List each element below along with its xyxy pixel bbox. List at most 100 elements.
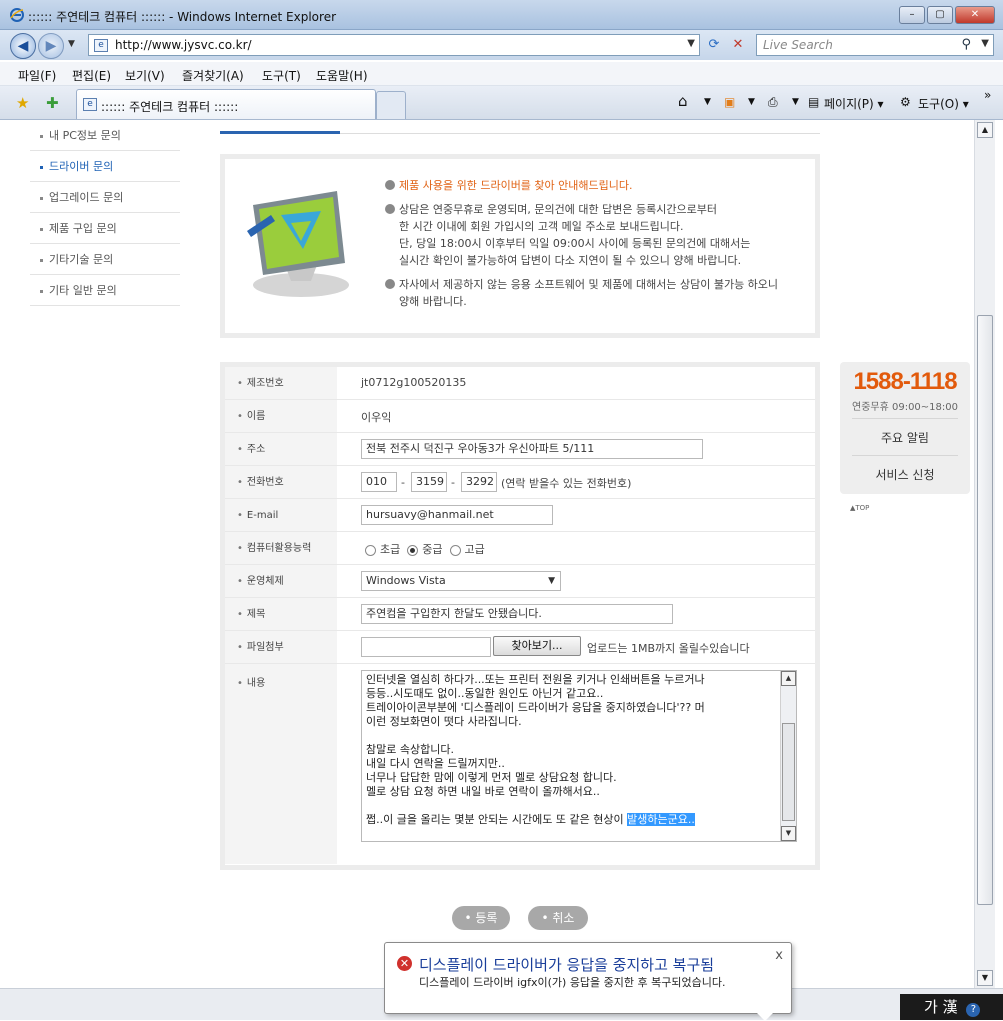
sidenav-item-pc-info[interactable]: 내 PC정보 문의: [30, 120, 180, 151]
skill-option-advanced: 고급: [464, 543, 485, 556]
form-row-skill: 컴퓨터활용능력 초급 중급 고급: [225, 532, 815, 565]
textarea-scrollbar[interactable]: ▲ ▼: [780, 671, 796, 841]
menu-favorites[interactable]: 즐겨찾기(A): [182, 67, 244, 84]
address-toolbar: ◀ ▶ ▼ e http://www.jysvc.co.kr/ ▼ ⟳ ✕ Li…: [0, 30, 1003, 60]
content-textarea[interactable]: 인터넷을 열심히 하다가...또는 프린터 전원을 키거나 인쇄버튼을 누르거나…: [361, 670, 797, 842]
cancel-button[interactable]: • 취소: [528, 906, 588, 930]
tab-bar: ★ ✚ e :::::: 주연테크 컴퓨터 :::::: ⌂ ▼ ▣ ▼ ⎙ ▼…: [0, 86, 1003, 120]
file-label: 파일첨부: [225, 631, 337, 663]
menu-view[interactable]: 보기(V): [125, 67, 165, 84]
home-icon[interactable]: ⌂: [678, 92, 688, 110]
live-search-input[interactable]: Live Search ⚲ ▼: [756, 34, 994, 56]
new-tab-button[interactable]: [376, 91, 406, 119]
phone-input-3[interactable]: 3292: [461, 472, 497, 492]
subject-label: 제목: [225, 598, 337, 630]
skill-radio-beginner[interactable]: [365, 544, 376, 556]
minimize-button[interactable]: –: [899, 6, 925, 24]
stop-icon[interactable]: ✕: [728, 35, 748, 55]
os-select[interactable]: Windows Vista ▼: [361, 571, 561, 591]
form-row-serial: 제조번호 jt0712g100520135: [225, 367, 815, 400]
monitor-illustration-icon: [241, 185, 361, 305]
phone-input-2[interactable]: 3159: [411, 472, 447, 492]
scroll-up-icon[interactable]: ▲: [977, 122, 993, 138]
refresh-icon[interactable]: ⟳: [704, 35, 724, 55]
sidenav-item-upgrade[interactable]: 업그레이드 문의: [30, 182, 180, 213]
os-label: 운영체제: [225, 565, 337, 597]
sidenav-item-tech[interactable]: 기타기술 문의: [30, 244, 180, 275]
print-dropdown-icon[interactable]: ▼: [792, 97, 799, 107]
forward-button[interactable]: ▶: [38, 33, 64, 59]
file-note: 업로드는 1MB까지 올릴수있습니다: [587, 642, 750, 655]
form-row-name: 이름 이우익: [225, 400, 815, 433]
print-icon[interactable]: ⎙: [768, 95, 778, 110]
service-request-link[interactable]: 서비스 신청: [840, 466, 970, 483]
window-titlebar: :::::: 주연테크 컴퓨터 :::::: - Windows Interne…: [0, 0, 1003, 30]
menu-bar: 파일(F) 편집(E) 보기(V) 즐겨찾기(A) 도구(T) 도움말(H): [0, 62, 1003, 86]
tools-menu[interactable]: 도구(O) ▾: [918, 95, 969, 112]
subject-input[interactable]: 주연컴을 구입한지 한달도 안됐습니다.: [361, 604, 673, 624]
close-window-button[interactable]: ✕: [955, 6, 995, 24]
skill-radio-intermediate[interactable]: [407, 544, 419, 556]
menu-edit[interactable]: 편집(E): [72, 67, 111, 84]
favorites-star-icon[interactable]: ★: [16, 94, 29, 112]
page-content: 내 PC정보 문의 드라이버 문의 업그레이드 문의 제품 구입 문의 기타기술…: [8, 120, 974, 988]
info-line-unsupported: 자사에서 제공하지 않는 응용 소프트웨어 및 제품에 대해서는 상담이 불가능…: [385, 276, 805, 310]
scroll-up-icon[interactable]: ▲: [781, 671, 796, 686]
submit-button[interactable]: • 등록: [452, 906, 510, 930]
history-dropdown-icon[interactable]: ▼: [68, 39, 75, 49]
back-to-top-link[interactable]: ▲TOP: [850, 504, 869, 512]
browse-button[interactable]: 찾아보기...: [493, 636, 581, 656]
page-scroll-thumb[interactable]: [977, 315, 993, 905]
serial-label: 제조번호: [225, 367, 337, 399]
form-row-address: 주소 전북 전주시 덕진구 우아동3가 우신아파트 5/111: [225, 433, 815, 466]
name-label: 이름: [225, 400, 337, 432]
sidenav-item-driver[interactable]: 드라이버 문의: [30, 151, 180, 182]
window-title: :::::: 주연테크 컴퓨터 :::::: - Windows Interne…: [28, 10, 337, 24]
ime-indicator[interactable]: 가 漢 ?: [900, 994, 1003, 1020]
support-card: 1588-1118 연중무휴 09:00~18:00 주요 알림 서비스 신청: [840, 362, 970, 494]
error-icon: ✕: [397, 956, 412, 971]
chevron-down-icon: ▼: [548, 576, 555, 586]
page-menu[interactable]: 페이지(P) ▾: [824, 95, 884, 112]
home-dropdown-icon[interactable]: ▼: [704, 97, 711, 107]
help-icon[interactable]: ?: [966, 1003, 981, 1017]
menu-tools[interactable]: 도구(T): [262, 67, 301, 84]
textarea-scroll-thumb[interactable]: [782, 723, 795, 821]
search-placeholder: Live Search: [763, 38, 833, 52]
scroll-down-icon[interactable]: ▼: [977, 970, 993, 986]
inquiry-form: 제조번호 jt0712g100520135 이름 이우익 주소 전북 전주시 덕…: [220, 362, 820, 870]
info-line-driver: 제품 사용을 위한 드라이버를 찾아 안내해드립니다.: [385, 177, 805, 194]
notice-link[interactable]: 주요 알림: [840, 429, 970, 446]
content-selected-text: 발생하는군요..: [627, 813, 695, 826]
menu-help[interactable]: 도움말(H): [316, 67, 368, 84]
tab-label: :::::: 주연테크 컴퓨터 ::::::: [101, 100, 239, 114]
search-dropdown-icon[interactable]: ▼: [981, 38, 989, 49]
address-dropdown-icon[interactable]: ▼: [687, 38, 695, 49]
page-scrollbar[interactable]: ▲ ▼: [974, 120, 995, 988]
maximize-button[interactable]: ▢: [927, 6, 953, 24]
address-input[interactable]: 전북 전주시 덕진구 우아동3가 우신아파트 5/111: [361, 439, 703, 459]
form-row-subject: 제목 주연컴을 구입한지 한달도 안됐습니다.: [225, 598, 815, 631]
add-favorites-icon[interactable]: ✚: [46, 94, 59, 112]
menu-file[interactable]: 파일(F): [18, 67, 56, 84]
back-button[interactable]: ◀: [10, 33, 36, 59]
page-menu-icon: ▤: [808, 95, 820, 109]
phone-input-1[interactable]: 010: [361, 472, 397, 492]
email-input[interactable]: hursuavy@hanmail.net: [361, 505, 553, 525]
skill-radio-advanced[interactable]: [449, 544, 461, 556]
balloon-close-icon[interactable]: x: [775, 948, 783, 963]
tab-current[interactable]: e :::::: 주연테크 컴퓨터 ::::::: [76, 89, 376, 119]
ime-mode: 가 漢: [924, 998, 958, 1016]
sidenav-item-purchase[interactable]: 제품 구입 문의: [30, 213, 180, 244]
scroll-down-icon[interactable]: ▼: [781, 826, 796, 841]
support-hours: 연중무휴 09:00~18:00: [852, 402, 958, 413]
feeds-icon[interactable]: ▣: [724, 95, 735, 109]
file-path-input[interactable]: [361, 637, 491, 657]
feeds-dropdown-icon[interactable]: ▼: [748, 97, 755, 107]
more-chevron-icon[interactable]: »: [984, 88, 991, 102]
address-field[interactable]: e http://www.jysvc.co.kr/ ▼: [88, 34, 700, 56]
section-header-line: [220, 120, 820, 134]
content-label: 내용: [225, 664, 337, 864]
search-icon[interactable]: ⚲: [961, 37, 971, 52]
sidenav-item-general[interactable]: 기타 일반 문의: [30, 275, 180, 306]
